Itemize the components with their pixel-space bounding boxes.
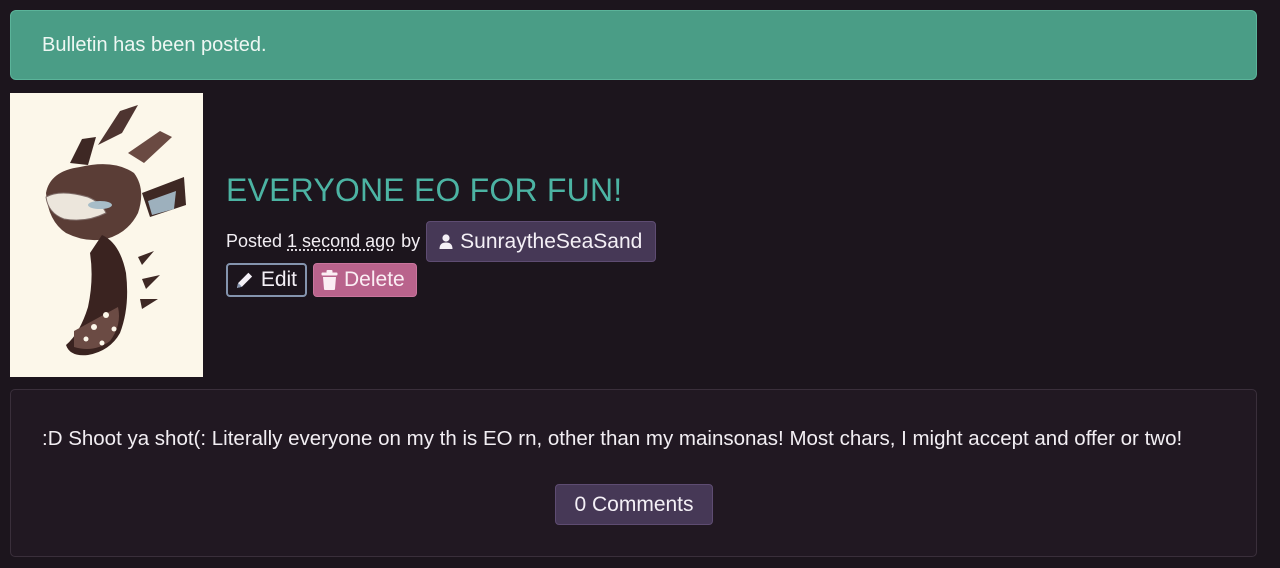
bulletin-thumbnail[interactable] bbox=[10, 93, 203, 377]
edit-label: Edit bbox=[260, 268, 297, 291]
comments-button[interactable]: 0 Comments bbox=[555, 484, 713, 525]
user-icon bbox=[439, 234, 453, 249]
author-name: SunraytheSeaSand bbox=[460, 229, 643, 253]
author-link[interactable]: SunraytheSeaSand bbox=[426, 221, 657, 262]
posted-prefix: Posted bbox=[226, 231, 283, 251]
delete-label: Delete bbox=[344, 268, 405, 291]
posted-time: 1 second ago bbox=[287, 231, 396, 251]
bulletin-body-text: :D Shoot ya shot(: Literally everyone on… bbox=[42, 427, 1183, 450]
posted-by: by bbox=[401, 231, 421, 251]
character-image bbox=[10, 93, 203, 377]
delete-button[interactable]: Delete bbox=[313, 263, 417, 297]
bulletin-body-card: :D Shoot ya shot(: Literally everyone on… bbox=[10, 389, 1257, 557]
edit-button[interactable]: Edit bbox=[226, 263, 307, 297]
pencil-icon bbox=[236, 272, 253, 288]
post-meta: Posted 1 second ago by SunraytheSeaSand bbox=[226, 221, 657, 262]
success-alert: Bulletin has been posted. bbox=[10, 10, 1257, 80]
trash-icon bbox=[321, 270, 338, 290]
bulletin-title: EVERYONE EO FOR FUN! bbox=[226, 172, 623, 208]
alert-message: Bulletin has been posted. bbox=[42, 33, 267, 56]
post-actions: Edit Delete bbox=[226, 263, 417, 297]
